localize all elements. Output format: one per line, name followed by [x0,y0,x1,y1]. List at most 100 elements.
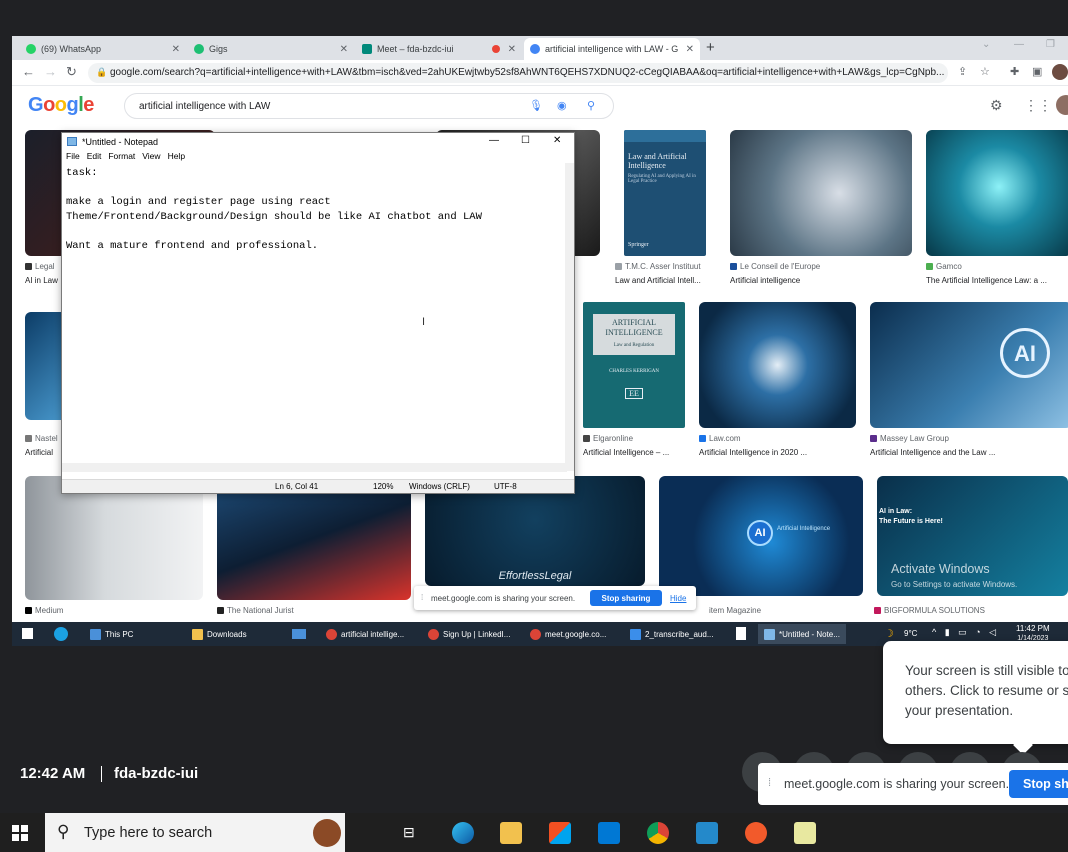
image-title[interactable]: AI in Law [25,276,58,285]
apps-grid-icon[interactable]: ⋮⋮ [1024,97,1052,114]
drag-handle-icon[interactable]: ⁞ [421,593,423,602]
stop-sharing-button[interactable]: Stop sharing [590,590,662,606]
reload-icon[interactable]: ↻ [66,64,77,80]
remote-task-this-pc[interactable]: This PC [90,626,133,642]
maximize-icon[interactable]: ❐ [1046,39,1055,50]
image-result[interactable] [217,476,411,600]
vscode-icon[interactable] [696,822,718,844]
address-bar[interactable]: 🔒 google.com/search?q=artificial+intelli… [88,63,948,83]
search-icon[interactable]: ⚲ [587,99,595,112]
menu-file[interactable]: File [66,151,80,161]
tab-google-search[interactable]: artificial intelligence with LAW - G ✕ [524,38,700,60]
edge-icon[interactable] [452,822,474,844]
microphone-icon[interactable]: 🎙 [529,99,543,112]
mail-icon[interactable] [598,822,620,844]
remote-task-chrome-linkedin[interactable]: Sign Up | LinkedI... [428,626,510,642]
image-source[interactable]: The National Jurist [217,606,294,615]
image-source[interactable]: Nastel [25,434,58,443]
image-result[interactable] [926,130,1068,256]
microsoft-store-icon[interactable] [549,822,571,844]
menu-help[interactable]: Help [168,151,185,161]
chevron-down-icon[interactable]: ⌄ [982,39,990,50]
menu-edit[interactable]: Edit [87,151,102,161]
close-icon[interactable]: ✕ [682,43,694,55]
image-result[interactable] [699,302,856,428]
edge-icon[interactable] [54,627,68,641]
mail-icon[interactable] [292,629,306,639]
minimize-icon[interactable]: — [489,135,499,146]
image-title[interactable]: Artificial [25,448,53,457]
task-view-icon[interactable]: ⊟ [403,824,415,841]
presentation-paused-popup[interactable]: Your screen is still visible to others. … [883,641,1068,755]
image-result[interactable] [730,130,912,256]
drag-handle-icon[interactable]: ⁞ [768,777,771,789]
image-source[interactable]: Le Conseil de l'Europe [730,262,820,271]
menu-view[interactable]: View [142,151,160,161]
forward-icon[interactable]: → [44,64,57,79]
close-icon[interactable]: ✕ [508,44,516,55]
back-icon[interactable]: ← [22,64,35,79]
maximize-icon[interactable]: ☐ [521,135,530,146]
remote-task-chrome-meet[interactable]: meet.google.co... [530,626,606,642]
vertical-scrollbar[interactable] [565,163,574,471]
hide-link[interactable]: Hide [670,594,686,603]
windows-start-icon[interactable] [12,825,28,841]
image-title[interactable]: The Artificial Intelligence Law: a ... [926,276,1047,285]
image-title[interactable]: Artificial intelligence [730,276,800,285]
menu-format[interactable]: Format [108,151,135,161]
close-icon[interactable]: ✕ [553,135,561,146]
image-source[interactable]: T.M.C. Asser Instituut [615,262,701,271]
windows-start-icon[interactable] [22,628,33,639]
image-source[interactable]: BIGFORMULA SOLUTIONS [874,606,985,615]
search-highlight-icon[interactable] [313,819,341,847]
tab-whatsapp[interactable]: (69) WhatsApp ✕ [20,38,186,60]
stop-sharing-button[interactable]: Stop sharing [1009,770,1068,798]
close-icon[interactable]: ✕ [340,44,348,55]
share-icon[interactable]: ⇪ [958,65,967,78]
settings-gear-icon[interactable]: ⚙ [990,97,1003,114]
new-tab-icon[interactable]: + [706,39,715,56]
image-result-book[interactable]: ARTIFICIAL INTELLIGENCE Law and Regulati… [583,302,685,428]
remote-task-chrome-search[interactable]: artificial intellige... [326,626,404,642]
image-result[interactable]: AI Artificial Intelligence [659,476,863,596]
image-result[interactable]: AI [870,302,1068,428]
image-title[interactable]: Artificial Intelligence and the Law ... [870,448,995,457]
image-source[interactable]: Law.com [699,434,741,443]
tab-meet[interactable]: Meet – fda-bzdc-iui ✕ [356,38,522,60]
side-panel-icon[interactable]: ▣ [1032,65,1042,78]
image-title[interactable]: Artificial Intelligence in 2020 ... [699,448,807,457]
profile-avatar[interactable] [1052,64,1068,80]
search-input[interactable]: artificial intelligence with LAW 🎙 ◉ ⚲ [124,93,614,119]
remote-task-notepad[interactable]: *Untitled - Note... [758,624,846,644]
image-result-book[interactable]: Law and Artificial Intelligence Regulati… [624,130,706,256]
minimize-icon[interactable]: — [1014,39,1024,50]
image-source[interactable]: Elgaronline [583,434,633,443]
image-result[interactable] [25,476,203,600]
tab-gigs[interactable]: Gigs ✕ [188,38,354,60]
file-explorer-icon[interactable] [500,822,522,844]
remote-task-downloads[interactable]: Downloads [192,626,247,642]
notepad-icon[interactable] [794,822,816,844]
notepad-titlebar[interactable]: *Untitled - Notepad — ☐ ✕ [62,133,574,151]
file-icon[interactable] [736,627,746,640]
image-result[interactable]: AI in Law: The Future is Here! Activate … [877,476,1068,596]
notepad-window[interactable]: *Untitled - Notepad — ☐ ✕ File Edit Format… [61,132,575,494]
image-source[interactable]: Medium [25,606,63,615]
taskbar-search-box[interactable]: ⚲ Type here to search [45,813,345,852]
remote-task-vscode[interactable]: 2_transcribe_aud... [630,626,714,642]
close-icon[interactable]: ✕ [172,44,180,55]
image-source[interactable]: Legal [25,262,55,271]
image-source[interactable]: Massey Law Group [870,434,949,443]
extensions-icon[interactable]: ✚ [1010,65,1019,78]
system-tray-icons[interactable]: ^ ▮ ▭ ◔ ◁ [932,627,999,638]
bookmark-star-icon[interactable]: ☆ [980,65,990,78]
avatar[interactable] [1056,95,1068,115]
horizontal-scrollbar[interactable] [62,463,567,472]
image-source[interactable]: Gamco [926,262,962,271]
pen-app-icon[interactable] [745,822,767,844]
google-logo[interactable]: Google [28,94,94,117]
image-title[interactable]: Law and Artificial Intell... [615,276,701,285]
notepad-text-area[interactable]: task: make a login and register page usi… [62,163,567,463]
image-title[interactable]: Artificial Intelligence – ... [583,448,669,457]
camera-lens-icon[interactable]: ◉ [557,99,567,112]
